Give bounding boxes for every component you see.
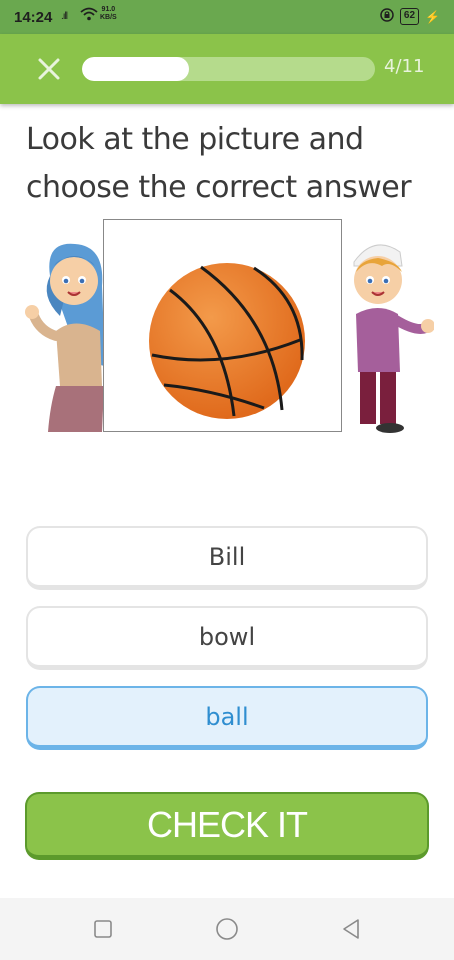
charging-icon: ⚡	[425, 9, 440, 24]
progress-bar	[82, 57, 375, 81]
status-right-group: 62 ⚡	[380, 8, 440, 25]
boy-character	[353, 244, 434, 433]
status-time: 14:24	[14, 9, 53, 26]
status-bar: 14:24 .ıll 91.0 KB/S 62 ⚡	[0, 0, 454, 34]
check-it-button[interactable]: CHECK IT	[25, 792, 429, 860]
picture-frame	[103, 219, 342, 432]
net-speed-unit: KB/S	[100, 14, 117, 21]
question-line-2: choose the correct answer	[26, 170, 412, 205]
recent-apps-icon[interactable]	[90, 916, 116, 942]
answer-options: Bill bowl ball	[26, 526, 428, 766]
back-icon[interactable]	[338, 916, 364, 942]
lesson-header: 4/11	[0, 34, 454, 104]
progress-fill	[82, 57, 189, 81]
lock-rotation-icon	[380, 8, 394, 25]
system-nav-bar	[0, 898, 454, 960]
option-bill[interactable]: Bill	[26, 526, 428, 590]
home-icon[interactable]	[214, 916, 240, 942]
battery-icon: 62	[399, 8, 420, 25]
close-icon[interactable]	[34, 54, 64, 84]
question-line-1: Look at the picture and	[26, 122, 364, 157]
option-ball[interactable]: ball	[26, 686, 428, 750]
girl-character	[25, 243, 105, 432]
basketball-image	[149, 263, 305, 419]
question-text: Look at the picture and choose the corre…	[26, 116, 436, 212]
net-speed-value: 91.0	[101, 6, 116, 13]
option-bowl[interactable]: bowl	[26, 606, 428, 670]
signal-icon: .ıll	[61, 11, 68, 22]
net-speed: 91.0 KB/S	[100, 6, 117, 22]
progress-count: 4/11	[384, 56, 425, 77]
question-picture	[20, 218, 434, 438]
wifi-icon	[80, 7, 98, 25]
